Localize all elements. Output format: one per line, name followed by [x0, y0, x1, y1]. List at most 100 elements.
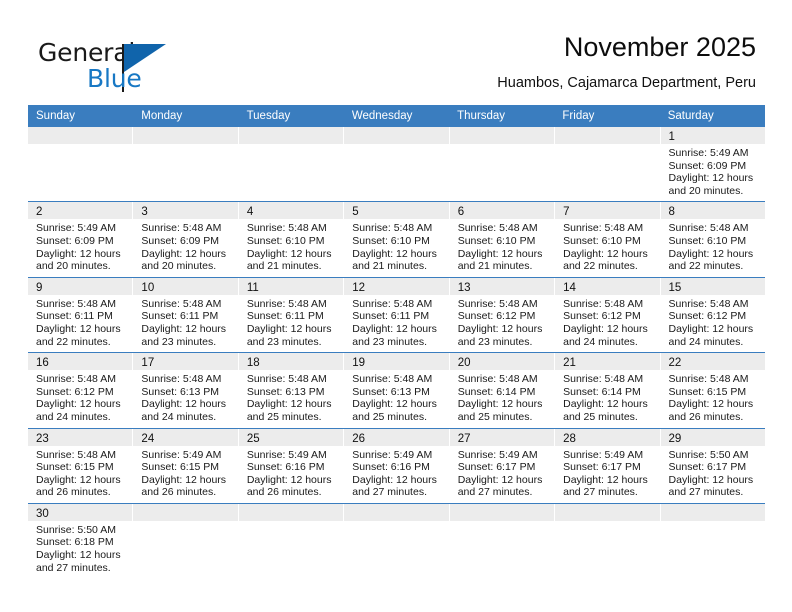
day-cell[interactable]: 1 Sunrise: 5:49 AM Sunset: 6:09 PM Daylight…	[660, 127, 765, 202]
day-cell[interactable]: 18 Sunrise: 5:48 AM Sunset: 6:13 PM Dayligh…	[238, 353, 345, 428]
day-cell[interactable]: 30 Sunrise: 5:50 AM Sunset: 6:18 PM Dayligh…	[28, 503, 134, 579]
day-cell[interactable]: 8 Sunrise: 5:48 AM Sunset: 6:10 PM Daylight…	[660, 202, 765, 277]
sunrise-text: Sunrise: 5:48 AM	[457, 373, 538, 386]
day-cell[interactable]: 11 Sunrise: 5:48 AM Sunset: 6:11 PM Dayligh…	[238, 277, 345, 353]
day-cell[interactable]: 29 Sunrise: 5:50 AM Sunset: 6:17 PM Dayligh…	[660, 428, 765, 503]
sunset-text: Sunset: 6:13 PM	[352, 385, 430, 398]
daylight-text-line1: Daylight: 12 hours	[246, 322, 332, 335]
day-details	[661, 521, 765, 528]
daylight-text-line2: and 27 minutes.	[36, 561, 111, 574]
day-details	[239, 521, 343, 528]
day-cell-empty	[555, 503, 661, 579]
day-number-band: 20	[449, 353, 555, 371]
day-cell[interactable]: 19 Sunrise: 5:48 AM Sunset: 6:13 PM Dayligh…	[344, 353, 450, 428]
calendar-week-row: 16 Sunrise: 5:48 AM Sunset: 6:12 PM Dayligh…	[28, 353, 765, 429]
day-number: 25	[246, 432, 260, 445]
day-cell[interactable]: 17 Sunrise: 5:48 AM Sunset: 6:13 PM Dayligh…	[133, 353, 239, 428]
day-number: 1	[668, 131, 675, 143]
daylight-text-line1: Daylight: 12 hours	[668, 322, 754, 335]
day-cell[interactable]: 5 Sunrise: 5:48 AM Sunset: 6:10 PM Daylight…	[344, 202, 450, 277]
day-number-band: 30	[28, 503, 133, 521]
day-details	[344, 521, 448, 528]
day-cell[interactable]: 22 Sunrise: 5:48 AM Sunset: 6:15 PM Dayligh…	[660, 353, 765, 428]
day-number-band: 27	[449, 428, 555, 446]
sunrise-text: Sunrise: 5:48 AM	[36, 297, 116, 310]
day-number-band: 8	[660, 202, 765, 220]
daylight-text-line2: and 24 minutes.	[668, 335, 744, 348]
sunset-text: Sunset: 6:09 PM	[36, 234, 114, 247]
calendar-weeks: 1 Sunrise: 5:49 AM Sunset: 6:09 PM Daylight…	[28, 127, 765, 579]
daylight-text-line2: and 27 minutes.	[563, 486, 638, 499]
day-cell[interactable]: 24 Sunrise: 5:49 AM Sunset: 6:15 PM Dayligh…	[133, 428, 239, 503]
sunset-text: Sunset: 6:17 PM	[563, 461, 641, 474]
day-details: Sunrise: 5:48 AM Sunset: 6:15 PM Daylight:…	[28, 446, 132, 503]
day-cell[interactable]: 15 Sunrise: 5:48 AM Sunset: 6:12 PM Dayligh…	[660, 277, 765, 353]
day-details	[133, 521, 237, 528]
day-details: Sunrise: 5:48 AM Sunset: 6:11 PM Daylight:…	[344, 295, 448, 352]
sunrise-text: Sunrise: 5:49 AM	[36, 222, 116, 235]
day-cell[interactable]: 26 Sunrise: 5:49 AM Sunset: 6:16 PM Dayligh…	[344, 428, 450, 503]
daylight-text-line1: Daylight: 12 hours	[457, 473, 543, 486]
day-number: 10	[141, 281, 155, 294]
day-details: Sunrise: 5:50 AM Sunset: 6:18 PM Daylight:…	[28, 521, 132, 578]
day-details	[239, 144, 343, 151]
daylight-text-line1: Daylight: 12 hours	[36, 549, 121, 562]
day-cell[interactable]: 6 Sunrise: 5:48 AM Sunset: 6:10 PM Daylight…	[449, 202, 556, 277]
day-cell[interactable]: 21 Sunrise: 5:48 AM Sunset: 6:14 PM Dayligh…	[555, 353, 661, 428]
day-number: 26	[352, 432, 366, 445]
day-number-band	[238, 127, 344, 144]
calendar-week-row: 9 Sunrise: 5:48 AM Sunset: 6:11 PM Daylight…	[28, 277, 765, 354]
day-details: Sunrise: 5:48 AM Sunset: 6:10 PM Daylight:…	[344, 219, 448, 276]
page-title: November 2025	[563, 32, 756, 62]
day-number-band	[449, 503, 555, 521]
daylight-text-line1: Daylight: 12 hours	[36, 247, 121, 260]
day-details: Sunrise: 5:48 AM Sunset: 6:09 PM Daylight:…	[133, 219, 237, 276]
day-cell[interactable]: 4 Sunrise: 5:48 AM Sunset: 6:10 PM Daylight…	[238, 202, 345, 277]
daylight-text-line1: Daylight: 12 hours	[563, 322, 648, 335]
weekday-header-wednesday: Wednesday	[351, 110, 413, 122]
day-number: 29	[668, 432, 682, 445]
day-cell[interactable]: 9 Sunrise: 5:48 AM Sunset: 6:11 PM Daylight…	[28, 277, 134, 353]
day-cell[interactable]: 10 Sunrise: 5:48 AM Sunset: 6:11 PM Dayligh…	[133, 277, 239, 353]
day-cell[interactable]: 7 Sunrise: 5:48 AM Sunset: 6:10 PM Daylight…	[555, 202, 661, 277]
day-details: Sunrise: 5:48 AM Sunset: 6:13 PM Daylight:…	[239, 370, 343, 427]
day-details: Sunrise: 5:50 AM Sunset: 6:17 PM Daylight:…	[661, 446, 765, 503]
day-cell[interactable]: 28 Sunrise: 5:49 AM Sunset: 6:17 PM Dayligh…	[555, 428, 661, 503]
day-number-band: 26	[344, 428, 449, 446]
day-number: 30	[36, 507, 49, 520]
sunset-text: Sunset: 6:17 PM	[457, 461, 536, 474]
day-details	[450, 521, 554, 528]
day-details: Sunrise: 5:48 AM Sunset: 6:10 PM Daylight:…	[555, 219, 659, 276]
day-cell-empty	[660, 503, 765, 579]
day-details: Sunrise: 5:49 AM Sunset: 6:16 PM Daylight:…	[344, 446, 448, 503]
sunset-text: Sunset: 6:14 PM	[563, 385, 641, 398]
day-cell[interactable]: 20 Sunrise: 5:48 AM Sunset: 6:14 PM Dayligh…	[449, 353, 556, 428]
sunset-text: Sunset: 6:11 PM	[246, 310, 324, 323]
day-cell[interactable]: 25 Sunrise: 5:49 AM Sunset: 6:16 PM Dayligh…	[238, 428, 345, 503]
daylight-text-line2: and 25 minutes.	[563, 410, 638, 423]
day-number: 11	[246, 281, 259, 294]
day-cell[interactable]: 23 Sunrise: 5:48 AM Sunset: 6:15 PM Dayligh…	[28, 428, 134, 503]
general-blue-logo[interactable]: General Blue	[38, 38, 268, 93]
daylight-text-line1: Daylight: 12 hours	[36, 473, 121, 486]
day-number: 23	[36, 432, 49, 445]
day-number-band: 23	[28, 428, 133, 446]
day-cell[interactable]: 27 Sunrise: 5:49 AM Sunset: 6:17 PM Dayligh…	[449, 428, 556, 503]
day-cell[interactable]: 12 Sunrise: 5:48 AM Sunset: 6:11 PM Dayligh…	[344, 277, 450, 353]
day-cell[interactable]: 14 Sunrise: 5:48 AM Sunset: 6:12 PM Dayligh…	[555, 277, 661, 353]
day-cell[interactable]: 3 Sunrise: 5:48 AM Sunset: 6:09 PM Daylight…	[133, 202, 239, 277]
day-number: 12	[352, 281, 366, 294]
day-cell[interactable]: 13 Sunrise: 5:48 AM Sunset: 6:12 PM Dayligh…	[449, 277, 556, 353]
sunrise-text: Sunrise: 5:48 AM	[352, 373, 433, 386]
daylight-text-line1: Daylight: 12 hours	[352, 473, 437, 486]
daylight-text-line1: Daylight: 12 hours	[563, 473, 648, 486]
daylight-text-line1: Daylight: 12 hours	[563, 398, 648, 411]
sunrise-text: Sunrise: 5:48 AM	[563, 297, 644, 310]
logo-text-blue: Blue	[87, 64, 142, 93]
daylight-text-line2: and 26 minutes.	[36, 486, 111, 499]
day-number: 4	[246, 206, 254, 219]
day-cell[interactable]: 2 Sunrise: 5:49 AM Sunset: 6:09 PM Daylight…	[28, 202, 134, 277]
day-cell[interactable]: 16 Sunrise: 5:48 AM Sunset: 6:12 PM Dayligh…	[28, 353, 134, 428]
sunrise-text: Sunrise: 5:48 AM	[246, 297, 327, 310]
day-details: Sunrise: 5:49 AM Sunset: 6:09 PM Daylight:…	[661, 144, 765, 201]
